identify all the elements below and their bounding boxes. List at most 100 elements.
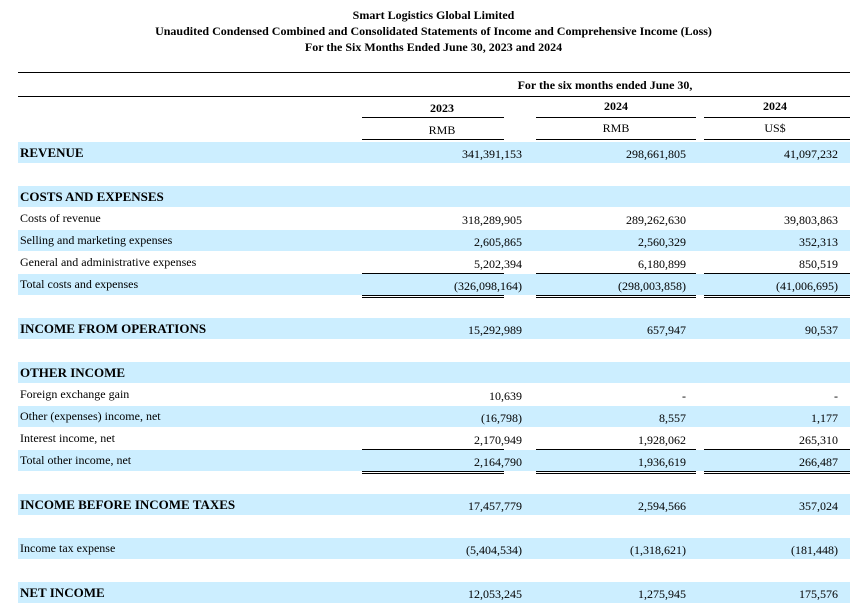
row-value-col2: [526, 519, 686, 537]
row-label: REVENUE: [20, 145, 84, 160]
table-row: Foreign exchange gain 10,639 - -: [18, 384, 850, 405]
row-label: Income tax expense: [20, 541, 116, 555]
table-row: INCOME BEFORE INCOME TAXES 17,457,779 2,59…: [18, 494, 850, 515]
row-value-col1: 12,053,245: [468, 587, 522, 601]
row-value-col3: [678, 475, 838, 493]
top-rule: [18, 72, 850, 73]
total-rule: [704, 471, 850, 472]
year-underline-2: [536, 117, 696, 118]
table-row: [18, 296, 850, 317]
row-value-col1: 10,639: [489, 389, 522, 403]
row-value-col2: [526, 189, 686, 207]
total-rule: [362, 473, 504, 474]
row-value-col2: [526, 365, 686, 383]
row-value-col3: 266,487: [799, 455, 838, 469]
row-value-col3: (41,006,695): [776, 279, 838, 293]
row-value-col2: [526, 563, 686, 581]
total-rule: [362, 297, 504, 298]
currency-underline-2: [536, 139, 696, 140]
table-row: Total costs and expenses (326,098,164) (29…: [18, 274, 850, 295]
row-value-col3: -: [834, 389, 838, 403]
row-label: INCOME FROM OPERATIONS: [20, 321, 207, 336]
row-label: Foreign exchange gain: [20, 387, 130, 401]
total-rule: [536, 471, 696, 472]
row-value-col1: 17,457,779: [468, 499, 522, 513]
row-value-col1: 15,292,989: [468, 323, 522, 337]
table-row: Total other income, net 2,164,790 1,936,61…: [18, 450, 850, 471]
row-label: Other (expenses) income, net: [20, 409, 161, 423]
row-label: Total other income, net: [20, 453, 132, 467]
company-name: Smart Logistics Global Limited: [352, 8, 515, 22]
row-value-col1: [362, 343, 522, 361]
table-row: Interest income, net 2,170,949 1,928,062 26…: [18, 428, 850, 449]
row-value-col3: [678, 365, 838, 383]
subtotal-rule: [536, 449, 696, 450]
row-label: COSTS AND EXPENSES: [20, 189, 164, 204]
row-label: Costs of revenue: [20, 211, 101, 225]
table-row: INCOME FROM OPERATIONS 15,292,989 657,947 9…: [18, 318, 850, 339]
row-value-col1: 2,170,949: [474, 433, 522, 447]
row-value-col1: [362, 519, 522, 537]
row-label: Total costs and expenses: [20, 277, 139, 291]
row-value-col2: 298,661,805: [626, 147, 686, 161]
row-value-col3: 1,177: [811, 411, 838, 425]
row-value-col2: 6,180,899: [638, 257, 686, 271]
row-value-col3: [678, 167, 838, 185]
col-year-2024-usd: 2024: [763, 99, 787, 113]
total-rule: [536, 297, 696, 298]
row-value-col1: 318,289,905: [462, 213, 522, 227]
row-value-col2: [526, 299, 686, 317]
row-value-col2: (1,318,621): [630, 543, 686, 557]
row-value-col2: 1,928,062: [638, 433, 686, 447]
table-row: [18, 340, 850, 361]
row-value-col2: 8,557: [659, 411, 686, 425]
table-row: Selling and marketing expenses 2,605,865 2…: [18, 230, 850, 251]
row-value-col1: (5,404,534): [466, 543, 522, 557]
row-label: General and administrative expenses: [20, 255, 197, 269]
row-value-col2: -: [682, 389, 686, 403]
table-row: OTHER INCOME: [18, 362, 850, 383]
statement-period: For the Six Months Ended June 30, 2023 a…: [304, 40, 563, 54]
row-value-col3: 39,803,863: [784, 213, 838, 227]
subtotal-rule: [362, 273, 504, 274]
row-value-col3: [678, 519, 838, 537]
row-value-col2: (298,003,858): [618, 279, 686, 293]
total-rule: [536, 295, 696, 296]
year-underline-3: [704, 117, 850, 118]
total-rule: [362, 295, 504, 296]
row-value-col3: 265,310: [799, 433, 838, 447]
row-label: NET INCOME: [20, 585, 105, 600]
col-year-2023: 2023: [430, 101, 454, 115]
row-value-col3: 850,519: [799, 257, 838, 271]
currency-underline-3: [704, 139, 850, 140]
subtotal-rule: [704, 449, 850, 450]
subtotal-rule: [362, 449, 504, 450]
row-value-col1: (326,098,164): [454, 279, 522, 293]
table-row: General and administrative expenses 5,202…: [18, 252, 850, 273]
row-value-col3: (181,448): [791, 543, 838, 557]
table-row: COSTS AND EXPENSES: [18, 186, 850, 207]
table-row: NET INCOME 12,053,245 1,275,945 175,576: [18, 582, 850, 603]
row-value-col2: 1,936,619: [638, 455, 686, 469]
row-value-col2: [526, 475, 686, 493]
row-value-col1: 341,391,153: [462, 147, 522, 161]
row-label: Selling and marketing expenses: [20, 233, 173, 247]
row-value-col1: [362, 189, 522, 207]
caption-rule: [18, 96, 850, 97]
subtotal-rule: [704, 273, 850, 274]
period-caption: For the six months ended June 30,: [517, 78, 693, 92]
row-value-col3: 90,537: [805, 323, 838, 337]
total-rule: [704, 473, 850, 474]
row-value-col2: 289,262,630: [626, 213, 686, 227]
total-rule: [362, 471, 504, 472]
row-value-col2: 1,275,945: [638, 587, 686, 601]
row-value-col3: 41,097,232: [784, 147, 838, 161]
table-row: Costs of revenue 318,289,905 289,262,630 39…: [18, 208, 850, 229]
row-value-col3: [678, 563, 838, 581]
col-currency-rmb-2024: RMB: [602, 121, 630, 135]
row-value-col3: 357,024: [799, 499, 838, 513]
row-value-col1: 2,164,790: [474, 455, 522, 469]
row-value-col1: [362, 365, 522, 383]
subtotal-rule: [536, 273, 696, 274]
total-rule: [704, 295, 850, 296]
